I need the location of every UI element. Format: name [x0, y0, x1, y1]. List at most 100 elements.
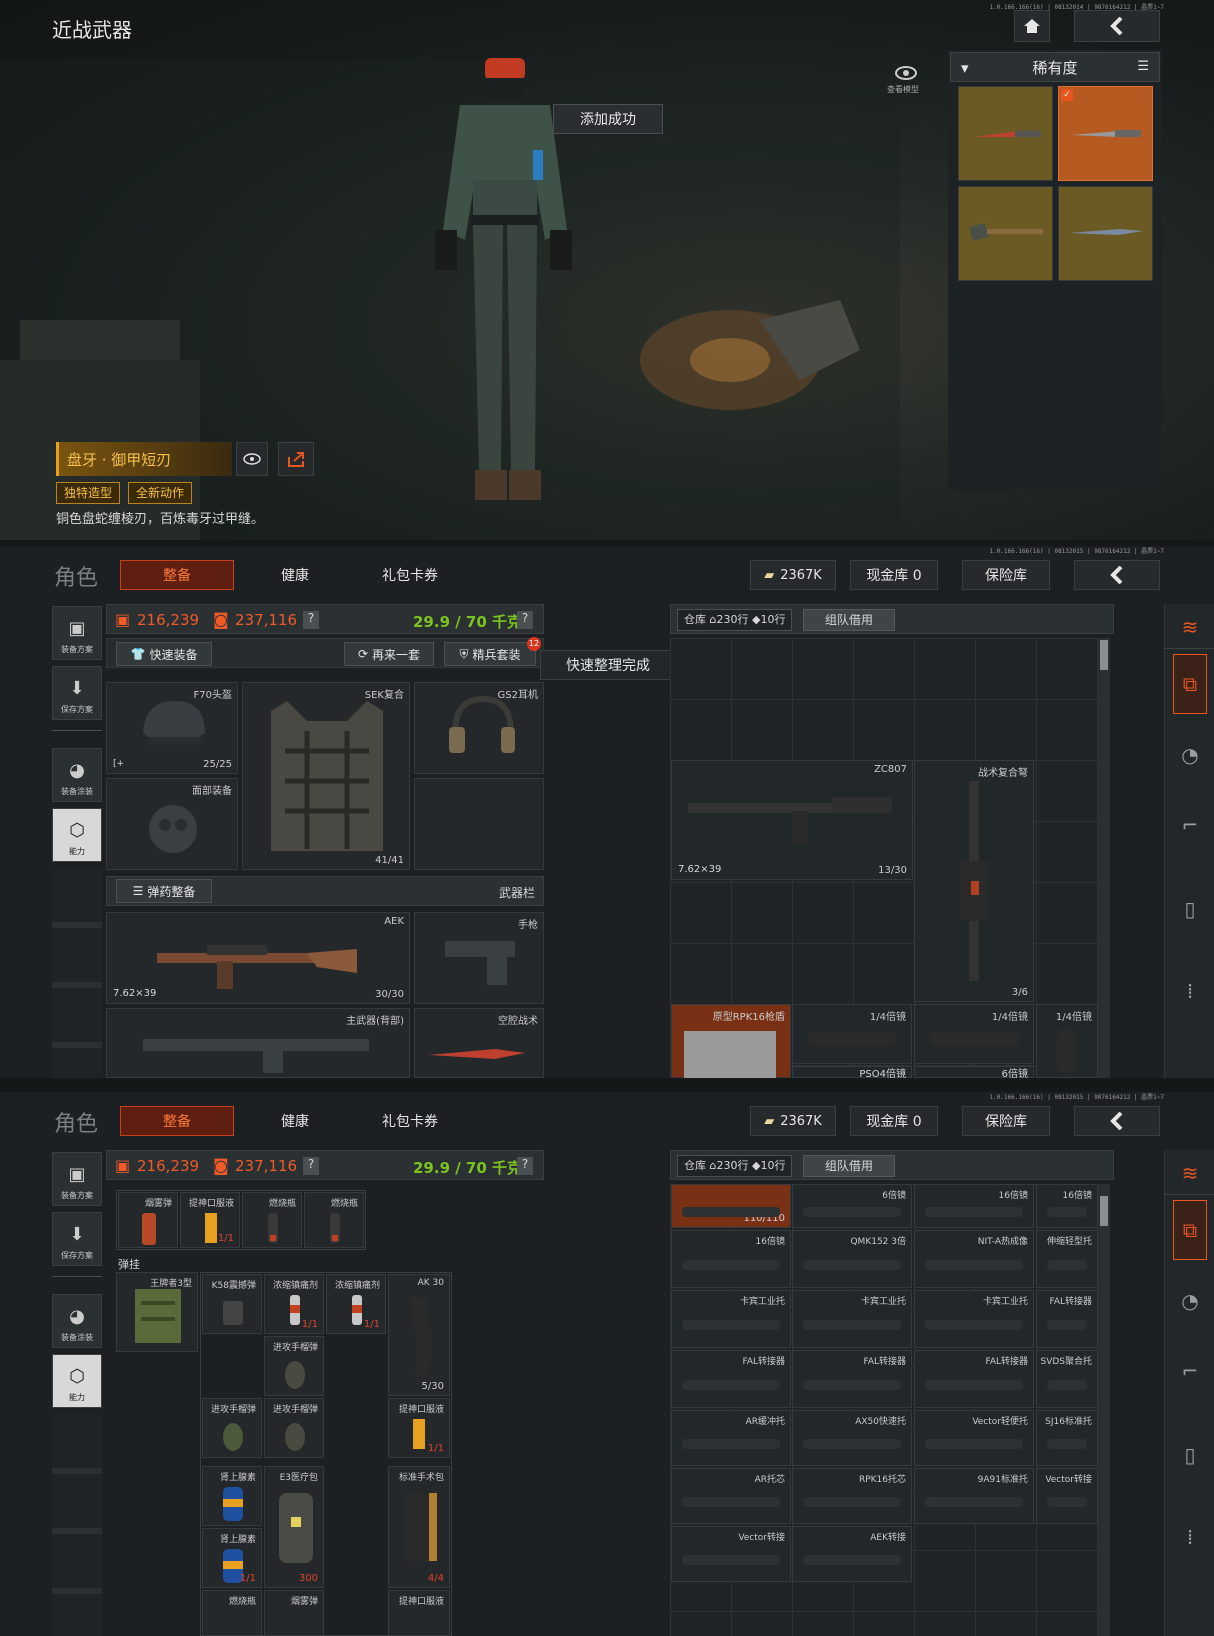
storage-item[interactable]: QMK152 3倍 [792, 1230, 912, 1288]
pouch-item[interactable]: 燃烧瓶 [242, 1192, 302, 1248]
rig-item[interactable]: 浓缩镇痛剂 1/1 [326, 1274, 386, 1334]
again-button[interactable]: ⟳ 再来一套 [344, 642, 434, 666]
tab-loadout[interactable]: 整备 [120, 560, 234, 590]
share-button[interactable] [278, 442, 314, 476]
back-button[interactable] [1074, 1106, 1160, 1136]
rig-item[interactable]: 进攻手榴弹 [202, 1398, 262, 1458]
face-slot[interactable]: 面部装备 [106, 778, 238, 870]
tab-loadout[interactable]: 整备 [120, 1106, 234, 1136]
sort-icon[interactable]: ☰ [1137, 59, 1149, 74]
currency-display[interactable]: ▰ 2367K [750, 560, 836, 590]
storage-item[interactable]: AR托芯 [671, 1468, 791, 1524]
primary-weapon-slot[interactable]: AEK 7.62×39 30/30 [106, 912, 410, 1004]
storage-item[interactable]: 卡宾工业托 [671, 1290, 791, 1348]
skin-tile[interactable] [958, 86, 1053, 181]
storage-item[interactable]: 卡宾工业托 [914, 1290, 1034, 1348]
team-borrow-button[interactable]: 组队借用 [803, 1155, 895, 1177]
rig-item[interactable]: 提神口服液 1/1 [388, 1398, 450, 1458]
help-icon[interactable]: ? [517, 1157, 533, 1175]
rig-item[interactable]: 烟雾弹 [264, 1590, 324, 1636]
storage-item[interactable]: AEK转接 [792, 1526, 912, 1582]
equipment-skin-button[interactable]: ◕ 装备涂装 [52, 1294, 102, 1348]
help-icon[interactable]: ? [517, 611, 533, 629]
storage-info[interactable]: 仓库 ⌂230行 ◆10行 [677, 1155, 793, 1177]
storage-item[interactable]: AR缓冲托 [671, 1410, 791, 1466]
ability-button[interactable]: ⬡ 能力 [52, 808, 102, 862]
armor-category-icon[interactable]: ◔ [1173, 738, 1207, 772]
storage-item[interactable]: FAL转接器 [671, 1350, 791, 1408]
save-plan-button[interactable]: ⬇ 保存方案 [52, 1212, 102, 1266]
ability-button[interactable]: ⬡ 能力 [52, 1354, 102, 1408]
storage-item[interactable]: SVDS聚合托 [1036, 1350, 1098, 1408]
rig-item[interactable]: 燃烧瓶 [202, 1590, 262, 1636]
tab-health[interactable]: 健康 [250, 1106, 340, 1136]
ammo-category-icon[interactable]: ⁞ [1173, 974, 1207, 1008]
storage-item[interactable]: RPK16托芯 [792, 1468, 912, 1524]
storage-item[interactable]: 6倍镜 [914, 1066, 1034, 1078]
storage-item[interactable]: FAL转接器 [914, 1350, 1034, 1408]
pouch-item[interactable]: 提神口服液 1/1 [180, 1192, 240, 1248]
storage-item[interactable]: 16倍镜 [671, 1230, 791, 1288]
skin-tile[interactable] [1058, 186, 1153, 281]
save-plan-button[interactable]: ⬇ 保存方案 [52, 666, 102, 720]
magazine-category-icon[interactable]: ▯ [1173, 892, 1207, 926]
stack-icon[interactable]: ≋ [1173, 1156, 1207, 1190]
storage-item[interactable]: ZC807 7.62×39 13/30 [671, 760, 913, 880]
storage-item[interactable]: Vector转接 [671, 1526, 791, 1582]
help-icon[interactable]: ? [303, 611, 319, 629]
tab-gift-cards[interactable]: 礼包卡券 [355, 560, 465, 590]
help-icon[interactable]: ? [303, 1157, 319, 1175]
storage-item[interactable]: Vector转接 [1036, 1468, 1098, 1524]
back-button[interactable] [1074, 560, 1160, 590]
elite-set-button[interactable]: ⛨ 精兵套装 12 [444, 637, 541, 666]
rig-item[interactable]: 肾上腺素 1/1 [202, 1528, 262, 1588]
storage-item[interactable]: NIT-A热成像 [914, 1230, 1034, 1288]
storage-item[interactable]: 伸缩轻型托 [1036, 1230, 1098, 1288]
rig-item[interactable]: 浓缩镇痛剂 1/1 [264, 1274, 324, 1334]
sort-dropdown[interactable]: ▾ 稀有度 ☰ [950, 52, 1160, 82]
storage-item[interactable]: 1/4倍镜 [792, 1004, 912, 1064]
preview-button[interactable] [236, 442, 268, 476]
storage-item[interactable]: 1/4倍镜 [1036, 1004, 1098, 1078]
home-button[interactable] [1014, 10, 1050, 42]
storage-item[interactable]: Vector轻便托 [914, 1410, 1034, 1466]
rig-item[interactable]: 标准手术包 4/4 [388, 1466, 450, 1588]
tab-gift-cards[interactable]: 礼包卡券 [355, 1106, 465, 1136]
storage-item[interactable]: FAL转接器 [792, 1350, 912, 1408]
all-items-icon[interactable]: ⧉ [1173, 1200, 1207, 1260]
ammo-category-icon[interactable]: ⁞ [1173, 1520, 1207, 1554]
storage-item[interactable]: FAL转接器 [1036, 1290, 1098, 1348]
rig-item[interactable]: E3医疗包 300 [264, 1466, 324, 1588]
storage-item[interactable]: 1/4倍镜 [914, 1004, 1034, 1064]
rig-item[interactable]: K58震撼弹 [202, 1274, 262, 1334]
quick-equip-button[interactable]: 👕 快速装备 [116, 642, 212, 666]
pistol-slot[interactable]: 手枪 [414, 912, 544, 1004]
melee-slot[interactable]: 空腔战术 [414, 1008, 544, 1078]
back-button[interactable] [1074, 10, 1160, 42]
skin-tile-selected[interactable]: ✓ [1058, 86, 1153, 181]
pouch-item[interactable]: 烟雾弹 [118, 1192, 178, 1248]
rig-item[interactable]: 进攻手榴弹 [264, 1398, 324, 1458]
rig-item[interactable]: 提神口服液 [388, 1590, 450, 1636]
storage-scrollbar[interactable] [1098, 1184, 1110, 1636]
cash-vault-button[interactable]: 现金库 0 [850, 1106, 938, 1136]
stack-icon[interactable]: ≋ [1173, 610, 1207, 644]
storage-item[interactable]: 9A91标准托 [914, 1468, 1034, 1524]
storage-item[interactable]: 16倍镜 [914, 1184, 1034, 1228]
ammo-prep-button[interactable]: ☰ 弹药整备 [116, 879, 212, 903]
storage-item[interactable]: SJ16标准托 [1036, 1410, 1098, 1466]
storage-scrollbar[interactable] [1098, 638, 1110, 1078]
pouch-item[interactable]: 燃烧瓶 [304, 1192, 364, 1248]
rig-item[interactable]: 肾上腺素 [202, 1466, 262, 1526]
rig-item[interactable]: AK 30 5/30 [388, 1274, 450, 1396]
magazine-category-icon[interactable]: ▯ [1173, 1438, 1207, 1472]
gun-category-icon[interactable]: ⌐ [1173, 1354, 1207, 1388]
equipment-skin-button[interactable]: ◕ 装备涂装 [52, 748, 102, 802]
armor-category-icon[interactable]: ◔ [1173, 1284, 1207, 1318]
insurance-vault-button[interactable]: 保险库 [962, 560, 1050, 590]
tab-health[interactable]: 健康 [250, 560, 340, 590]
storage-item[interactable]: 卡宾工业托 [792, 1290, 912, 1348]
rig-slot[interactable]: 王牌者3型 [116, 1272, 198, 1352]
storage-item[interactable]: AX50快速托 [792, 1410, 912, 1466]
storage-item[interactable]: 原型RPK16枪盾 [671, 1004, 791, 1078]
